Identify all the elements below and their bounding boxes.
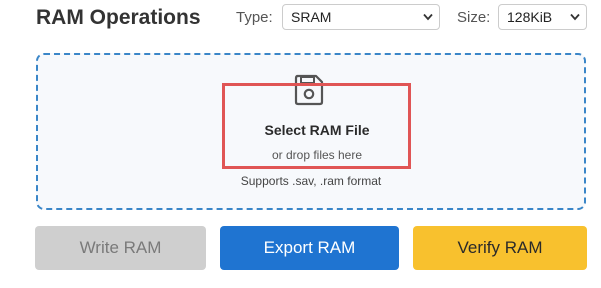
- size-select-value: 128KiB: [507, 9, 553, 25]
- export-ram-button[interactable]: Export RAM: [220, 226, 399, 270]
- size-select[interactable]: 128KiB: [498, 4, 587, 30]
- verify-ram-button[interactable]: Verify RAM: [413, 226, 587, 270]
- type-select[interactable]: SRAM: [282, 4, 440, 30]
- write-ram-button[interactable]: Write RAM: [35, 226, 206, 270]
- chevron-down-icon: [570, 13, 580, 21]
- type-label: Type:: [236, 9, 273, 26]
- select-file-highlight[interactable]: [222, 83, 411, 169]
- size-label: Size:: [457, 9, 491, 26]
- ram-operations-header: RAM Operations Type: SRAM Size: 128KiB: [0, 0, 601, 36]
- chevron-down-icon: [423, 13, 433, 21]
- supported-formats: Supports .sav, .ram format: [240, 174, 382, 188]
- type-select-value: SRAM: [291, 9, 332, 25]
- page-title: RAM Operations: [36, 6, 201, 29]
